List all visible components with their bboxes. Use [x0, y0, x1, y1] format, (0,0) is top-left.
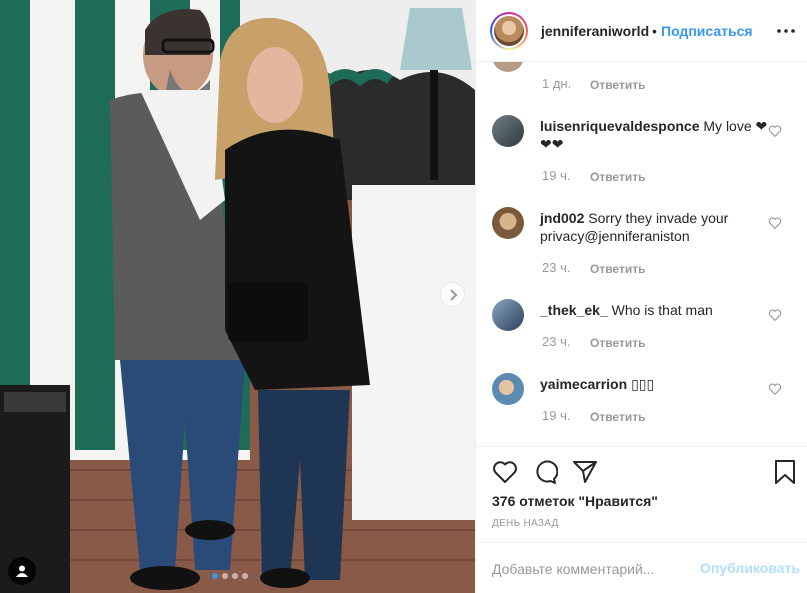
heart-icon[interactable] [492, 459, 518, 485]
post-header: jenniferaniworld • Подписаться [476, 0, 807, 62]
comment-time: 23 ч. [542, 260, 571, 275]
comment-text: ▯▯▯ [631, 376, 655, 392]
commenter-avatar[interactable] [492, 207, 524, 239]
commenter-username[interactable]: jnd002 [540, 210, 584, 226]
comment-time: 23 ч. [542, 334, 571, 349]
reply-button[interactable]: Ответить [590, 262, 645, 276]
commenter-avatar[interactable] [492, 115, 524, 147]
heart-icon[interactable] [768, 216, 782, 230]
author-username[interactable]: jenniferaniworld [541, 23, 649, 39]
comment-time: 19 ч. [542, 168, 571, 183]
comment-input[interactable] [492, 559, 692, 579]
header-separator: • [652, 23, 657, 39]
commenter-username[interactable]: _thek_ek_ [540, 302, 608, 318]
carousel-indicator [212, 573, 248, 579]
heart-icon[interactable] [768, 124, 782, 138]
heart-icon[interactable] [768, 308, 782, 322]
share-icon[interactable] [572, 459, 598, 485]
comment-icon[interactable] [532, 459, 558, 485]
heart-icon[interactable] [768, 382, 782, 396]
commenter-avatar[interactable] [492, 299, 524, 331]
carousel-dot [232, 573, 238, 579]
post-side-panel: jenniferaniworld • Подписаться 1 дн. Отв… [475, 0, 807, 593]
photo-scene [0, 0, 475, 593]
author-avatar[interactable] [490, 12, 528, 50]
add-comment-bar: Опубликовать [476, 542, 807, 593]
carousel-dot [212, 573, 218, 579]
user-tag-button[interactable] [8, 557, 36, 585]
bookmark-icon[interactable] [772, 459, 798, 485]
commenter-avatar[interactable] [492, 62, 524, 72]
next-slide-button[interactable] [440, 282, 465, 307]
user-tag-icon [16, 565, 28, 577]
commenter-avatar[interactable] [492, 373, 524, 405]
reply-button[interactable]: Ответить [590, 78, 645, 92]
like-count[interactable]: 376 отметок "Нравится" [492, 493, 658, 509]
commenter-username[interactable]: luisenriquevaldesponce [540, 118, 700, 134]
post-photo[interactable] [0, 0, 475, 593]
carousel-dot [222, 573, 228, 579]
reply-button[interactable]: Ответить [590, 336, 645, 350]
comment-time: 19 ч. [542, 408, 571, 423]
reply-button[interactable]: Ответить [590, 170, 645, 184]
follow-button[interactable]: Подписаться [661, 23, 753, 39]
post-comment-button[interactable]: Опубликовать [700, 560, 800, 576]
more-options-icon[interactable] [774, 21, 798, 41]
chevron-right-icon [449, 288, 457, 301]
post-timestamp[interactable]: ДЕНЬ НАЗАД [492, 518, 559, 529]
post-actions: 376 отметок "Нравится" ДЕНЬ НАЗАД [476, 446, 807, 542]
carousel-dot [242, 573, 248, 579]
reply-button[interactable]: Ответить [590, 410, 645, 424]
commenter-username[interactable]: yaimecarrion [540, 376, 627, 392]
comment-text: Who is that man [611, 302, 713, 318]
comments-list[interactable]: 1 дн. Ответить luisenriquevaldesponce My… [476, 62, 807, 446]
comment-time: 1 дн. [542, 76, 572, 91]
